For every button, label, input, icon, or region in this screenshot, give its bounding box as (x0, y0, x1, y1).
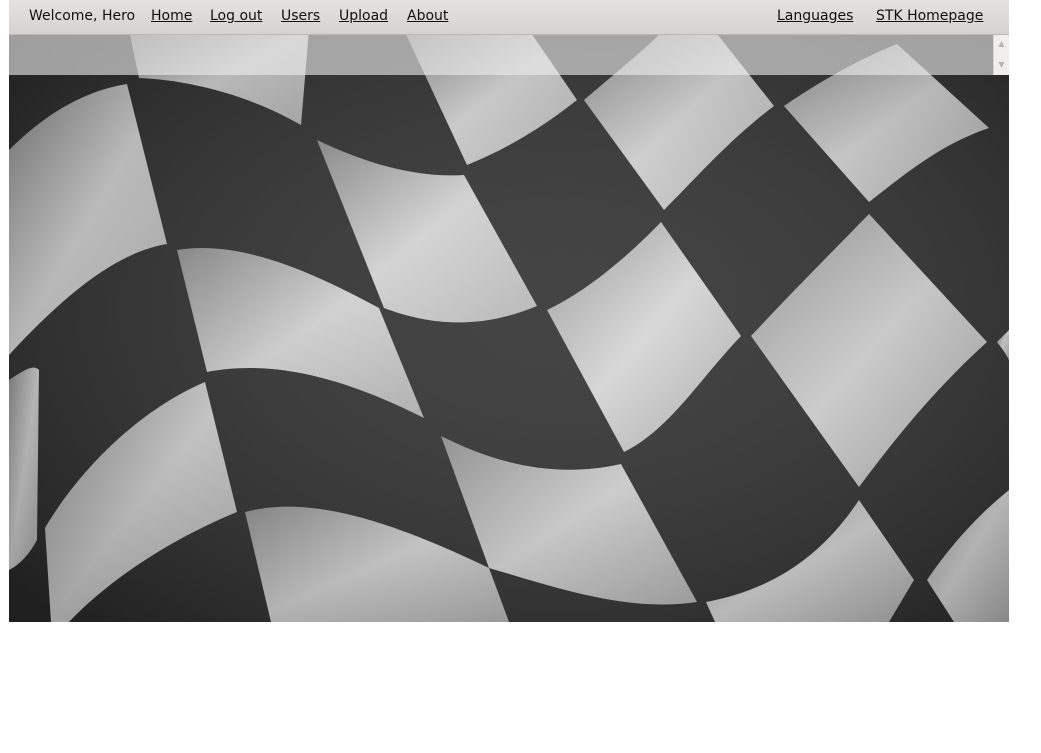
nav-users-link[interactable]: Users (281, 7, 320, 25)
nav-upload-link[interactable]: Upload (339, 7, 388, 25)
welcome-text: Welcome, Hero (29, 8, 136, 24)
nav-logout-link[interactable]: Log out (210, 7, 262, 25)
page-frame: ▲ ▼ Welcome, Hero Home Log out Users Upl… (9, 0, 1009, 622)
scrollbar[interactable]: ▲ ▼ (993, 35, 1009, 75)
translucent-strip (9, 35, 1009, 75)
top-nav-bar: Welcome, Hero Home Log out Users Upload … (9, 0, 1009, 35)
languages-link[interactable]: Languages (777, 7, 853, 25)
scroll-down-icon[interactable]: ▼ (994, 60, 1009, 70)
nav-about-link[interactable]: About (407, 7, 448, 25)
stk-homepage-link[interactable]: STK Homepage (876, 7, 983, 25)
scroll-up-icon[interactable]: ▲ (994, 39, 1009, 49)
checkered-flag-background (9, 0, 1009, 622)
nav-home-link[interactable]: Home (151, 7, 192, 25)
